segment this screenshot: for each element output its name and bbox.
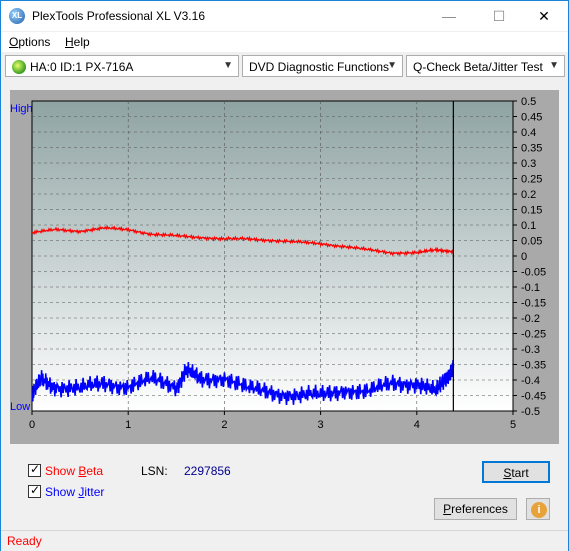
show-beta-checkbox[interactable]: ✓: [28, 462, 41, 477]
chart-panel: 0.5 0.45 0.4 0.35 0.3 0.25 0.2 0.15 0.1 0.05 0 -0.0…: [10, 90, 559, 444]
show-jitter-rest: itter: [84, 485, 105, 499]
function-select[interactable]: DVD Diagnostic Functions ▼: [242, 55, 403, 77]
y-tick-label: 0.05: [521, 236, 542, 248]
y-tick-label: -0.2: [521, 313, 540, 325]
plextools-app-icon: XL: [9, 8, 25, 24]
left-axis-low-label: Low: [10, 401, 30, 413]
menu-help-hotkey: H: [65, 35, 74, 49]
y-tick-label: -0.15: [521, 298, 546, 310]
y-tick-label: 0.25: [521, 174, 542, 186]
menu-options-hotkey: O: [9, 35, 19, 49]
y-tick-label: 0.45: [521, 112, 542, 124]
window-title: PlexTools Professional XL V3.16: [32, 9, 205, 23]
show-jitter-checkbox[interactable]: ✓: [28, 483, 41, 498]
y-tick-label: 0.35: [521, 143, 542, 155]
status-bar: Ready: [1, 530, 568, 551]
status-text: Ready: [7, 534, 42, 548]
lsn-value: 2297856: [184, 464, 231, 478]
menu-options[interactable]: Options: [9, 35, 50, 49]
menu-help[interactable]: Help: [65, 35, 90, 49]
y-tick-label: 0.3: [521, 158, 536, 170]
info-button[interactable]: i: [526, 498, 550, 520]
x-tick-label: 5: [510, 419, 516, 431]
beta-jitter-chart: 0.5 0.45 0.4 0.35 0.3 0.25 0.2 0.15 0.1 0.05 0 -0.0…: [10, 96, 546, 431]
toolbar: HA:0 ID:1 PX-716A ▼ DVD Diagnostic Funct…: [1, 53, 568, 79]
show-beta-rest: eta: [86, 464, 104, 478]
preferences-hotkey: P: [443, 502, 452, 516]
menu-options-label: ptions: [18, 35, 51, 49]
lsn-label: LSN:: [141, 464, 168, 478]
chevron-down-icon: ▼: [387, 60, 397, 71]
test-select-value: Q-Check Beta/Jitter Test: [413, 60, 543, 74]
y-tick-label: -0.25: [521, 329, 546, 341]
title-bar: XL PlexTools Professional XL V3.16 — ☐ ✕: [1, 1, 568, 31]
disc-drive-icon: [12, 60, 26, 74]
y-tick-label: -0.4: [521, 375, 540, 387]
y-tick-label: 0.15: [521, 205, 542, 217]
start-button[interactable]: Start: [482, 461, 550, 483]
y-tick-label: -0.05: [521, 267, 546, 279]
preferences-button[interactable]: Preferences: [434, 498, 517, 520]
close-button[interactable]: ✕: [521, 1, 567, 31]
y-tick-label: -0.45: [521, 391, 546, 403]
check-icon: ✓: [30, 483, 41, 497]
drive-select[interactable]: HA:0 ID:1 PX-716A ▼: [5, 55, 239, 77]
y-tick-label: -0.1: [521, 282, 540, 294]
chevron-down-icon: ▼: [223, 60, 233, 71]
start-label: tart: [511, 466, 529, 480]
y-tick-label: -0.3: [521, 344, 540, 356]
minimize-button[interactable]: —: [426, 1, 472, 31]
x-tick-label: 1: [125, 419, 131, 431]
test-select[interactable]: Q-Check Beta/Jitter Test ▼: [406, 55, 565, 77]
check-icon: ✓: [30, 462, 41, 476]
x-tick-label: 0: [29, 419, 35, 431]
grid-lines: [32, 101, 513, 411]
y-tick-label: 0.1: [521, 220, 536, 232]
menu-help-label: elp: [73, 35, 90, 49]
x-tick-label: 4: [414, 419, 420, 431]
show-jitter-label[interactable]: Show Jitter: [45, 485, 104, 499]
left-axis-high-label: High: [10, 103, 33, 115]
preferences-label: references: [451, 502, 508, 516]
maximize-button[interactable]: ☐: [476, 1, 522, 31]
y-tick-label: 0.2: [521, 189, 536, 201]
x-tick-label: 2: [221, 419, 227, 431]
show-beta-label[interactable]: Show Beta: [45, 464, 103, 478]
x-tick-label: 3: [318, 419, 324, 431]
y-tick-label: 0: [521, 251, 527, 263]
control-panel: ✓ Show Beta ✓ Show Jitter LSN: 2297856 S…: [10, 453, 559, 525]
show-beta-prefix: Show: [45, 464, 79, 478]
menu-bar: Options Help: [1, 32, 568, 52]
info-icon: i: [531, 502, 547, 518]
function-select-value: DVD Diagnostic Functions: [249, 60, 390, 74]
drive-select-value: HA:0 ID:1 PX-716A: [30, 60, 134, 74]
chevron-down-icon: ▼: [549, 60, 559, 71]
app-window: XL PlexTools Professional XL V3.16 — ☐ ✕…: [0, 0, 569, 551]
y-tick-label: 0.5: [521, 96, 536, 108]
y-tick-label: -0.35: [521, 360, 546, 372]
y-tick-label: 0.4: [521, 127, 536, 139]
show-jitter-prefix: Show: [45, 485, 79, 499]
y-tick-label: -0.5: [521, 406, 540, 418]
